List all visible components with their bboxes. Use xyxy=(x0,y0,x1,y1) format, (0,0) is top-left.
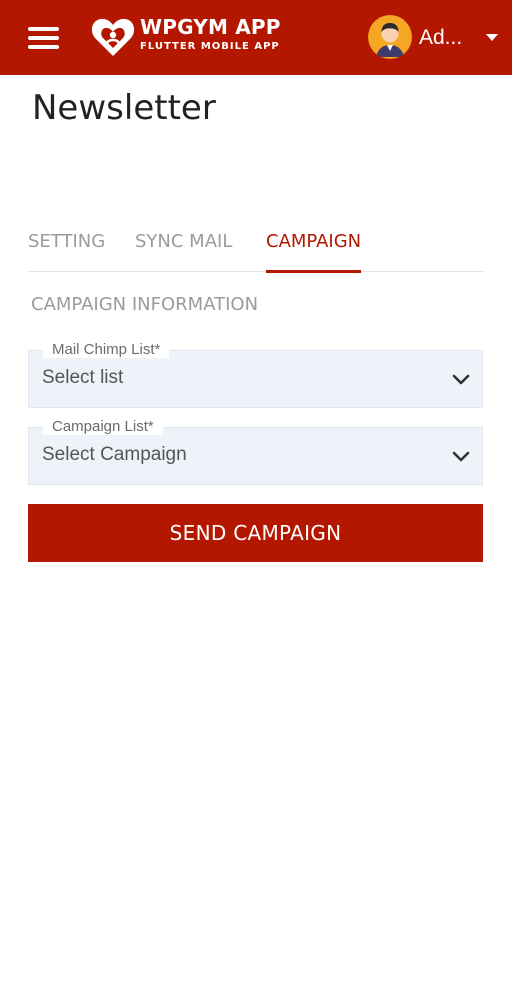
send-campaign-button[interactable]: SEND CAMPAIGN xyxy=(28,504,483,562)
mail-chimp-list-select[interactable]: Mail Chimp List* Select list xyxy=(28,341,483,408)
user-name[interactable]: Ad... xyxy=(419,26,462,50)
heart-logo-icon xyxy=(91,18,135,56)
app-bar: WPGYM APP FLUTTER MOBILE APP Ad... xyxy=(0,0,512,75)
mail-chimp-list-value: Select list xyxy=(42,367,124,388)
user-avatar[interactable] xyxy=(368,15,412,59)
campaign-list-select[interactable]: Campaign List* Select Campaign xyxy=(28,418,483,485)
mail-chimp-list-label: Mail Chimp List* xyxy=(43,341,170,358)
section-title: CAMPAIGN INFORMATION xyxy=(31,294,259,315)
campaign-list-value: Select Campaign xyxy=(42,444,187,465)
hamburger-menu-icon[interactable] xyxy=(26,24,62,52)
campaign-list-label: Campaign List* xyxy=(43,418,163,435)
tab-bar: SETTING SYNC MAIL CAMPAIGN xyxy=(28,216,484,273)
tab-setting[interactable]: SETTING xyxy=(28,216,105,272)
brand-title: WPGYM APP xyxy=(140,15,281,39)
page-title: Newsletter xyxy=(32,88,216,128)
tab-sync-mail[interactable]: SYNC MAIL xyxy=(135,216,232,272)
tab-campaign[interactable]: CAMPAIGN xyxy=(266,216,362,273)
caret-down-icon[interactable] xyxy=(486,34,498,41)
chevron-down-icon xyxy=(452,451,470,462)
brand-subtitle: FLUTTER MOBILE APP xyxy=(140,41,280,52)
chevron-down-icon xyxy=(452,374,470,385)
